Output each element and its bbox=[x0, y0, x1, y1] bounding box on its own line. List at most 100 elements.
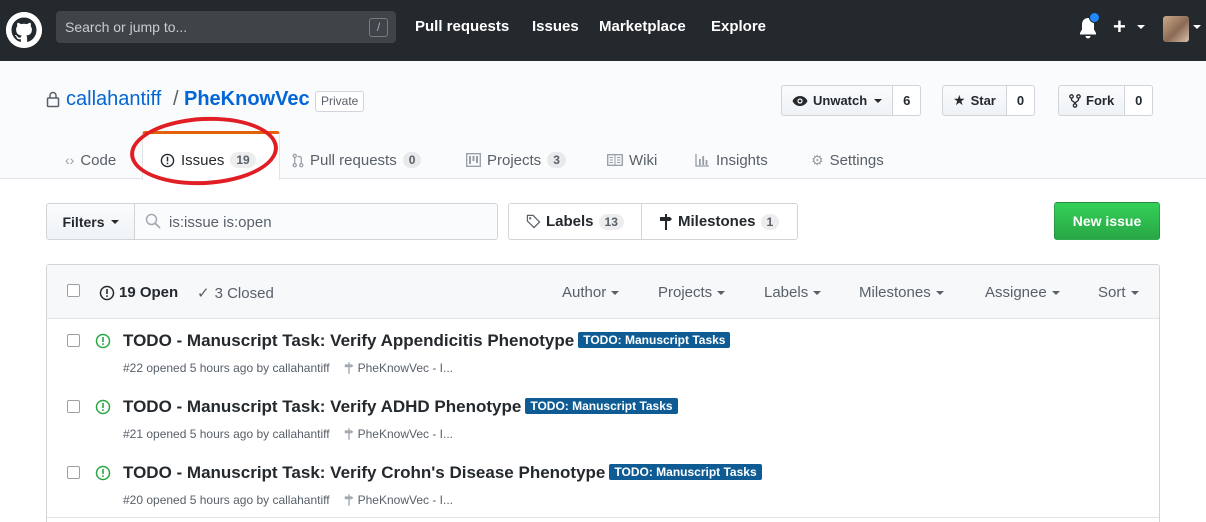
issue-milestone-link[interactable]: PheKnowVec - I... bbox=[344, 427, 453, 441]
milestones-dropdown-label: Milestones bbox=[859, 284, 931, 301]
search-shortcut-hint: / bbox=[369, 18, 388, 37]
author-dropdown[interactable]: Author bbox=[562, 284, 620, 301]
issue-meta: #20 opened 5 hours ago by callahantiff P… bbox=[123, 493, 453, 507]
watch-count[interactable]: 6 bbox=[893, 85, 922, 116]
issue-milestone: PheKnowVec - I... bbox=[357, 361, 453, 375]
issue-milestone-link[interactable]: PheKnowVec - I... bbox=[344, 361, 453, 375]
tab-wiki[interactable]: Wiki bbox=[607, 145, 657, 175]
labels-button[interactable]: Labels 13 bbox=[526, 204, 624, 239]
issue-title-link[interactable]: TODO - Manuscript Task: Verify Crohn's D… bbox=[123, 463, 762, 483]
issue-label-badge[interactable]: TODO: Manuscript Tasks bbox=[609, 464, 762, 480]
star-label: Star bbox=[970, 93, 996, 108]
milestones-button[interactable]: Milestones 1 bbox=[659, 204, 780, 239]
tab-projects-count: 3 bbox=[547, 152, 566, 168]
issue-meta-text: #22 opened 5 hours ago by callahantiff bbox=[123, 361, 330, 375]
issue-opened-icon bbox=[95, 333, 111, 349]
tab-projects[interactable]: Projects 3 bbox=[466, 145, 566, 175]
search-input[interactable]: Search or jump to... / bbox=[56, 11, 396, 43]
global-header: Search or jump to... / Pull requests Iss… bbox=[0, 0, 1206, 61]
user-avatar[interactable] bbox=[1163, 16, 1189, 42]
tag-icon bbox=[526, 214, 541, 229]
create-caret-icon[interactable] bbox=[1137, 25, 1145, 29]
closed-issues-filter[interactable]: ✓ 3 Closed bbox=[197, 284, 274, 303]
milestone-icon bbox=[660, 213, 672, 230]
tab-code[interactable]: ‹› Code bbox=[65, 145, 116, 175]
issue-list-header: 19 Open ✓ 3 Closed Author Projects Label… bbox=[47, 265, 1159, 319]
unwatch-button[interactable]: Unwatch bbox=[781, 85, 894, 116]
tab-pull-requests[interactable]: Pull requests 0 bbox=[292, 145, 422, 175]
author-caret-icon bbox=[611, 290, 620, 295]
issue-row[interactable]: TODO - Manuscript Task: Verify ADHD Phen… bbox=[47, 385, 1159, 452]
issue-title-link[interactable]: TODO - Manuscript Task: Verify ADHD Phen… bbox=[123, 397, 678, 417]
gear-icon: ⚙ bbox=[811, 151, 824, 168]
milestones-dropdown[interactable]: Milestones bbox=[859, 284, 944, 301]
project-icon bbox=[466, 153, 481, 167]
labels-dropdown-label: Labels bbox=[764, 284, 809, 301]
private-badge: Private bbox=[315, 91, 365, 112]
labels-dropdown[interactable]: Labels bbox=[764, 284, 822, 301]
nav-marketplace[interactable]: Marketplace bbox=[599, 18, 686, 35]
issue-milestone-link[interactable]: PheKnowVec - I... bbox=[344, 493, 453, 507]
issue-checkbox[interactable] bbox=[67, 466, 80, 479]
filters-dropdown-button[interactable]: Filters bbox=[46, 203, 135, 240]
unwatch-caret-icon bbox=[874, 98, 883, 103]
issue-row[interactable]: TODO - Manuscript Task: Verify Appendici… bbox=[47, 319, 1159, 386]
assignee-dropdown[interactable]: Assignee bbox=[985, 284, 1060, 301]
code-icon: ‹› bbox=[65, 152, 75, 168]
new-issue-button[interactable]: New issue bbox=[1054, 202, 1160, 240]
issue-meta: #22 opened 5 hours ago by callahantiff P… bbox=[123, 361, 453, 375]
issue-search-input[interactable]: is:issue is:open bbox=[134, 203, 498, 240]
fork-button[interactable]: Fork bbox=[1058, 85, 1126, 116]
fork-count[interactable]: 0 bbox=[1125, 85, 1154, 116]
milestone-icon bbox=[344, 362, 353, 374]
nav-pull-requests[interactable]: Pull requests bbox=[415, 18, 509, 35]
search-placeholder: Search or jump to... bbox=[65, 19, 188, 35]
fork-button-group: Fork 0 bbox=[1058, 85, 1154, 116]
sort-label: Sort bbox=[1098, 284, 1126, 301]
tab-insights[interactable]: Insights bbox=[695, 145, 768, 175]
fork-icon bbox=[1069, 93, 1081, 108]
issue-row[interactable]: TODO - Manuscript Task: Verify Crohn's D… bbox=[47, 451, 1159, 518]
book-icon bbox=[607, 154, 623, 166]
repo-owner-link[interactable]: callahantiff bbox=[66, 88, 161, 111]
unwatch-label: Unwatch bbox=[813, 93, 868, 108]
issue-opened-icon bbox=[99, 285, 115, 300]
labels-count: 13 bbox=[598, 213, 624, 230]
issue-checkbox[interactable] bbox=[67, 400, 80, 413]
tab-wiki-label: Wiki bbox=[629, 151, 658, 169]
create-new-icon[interactable]: + bbox=[1113, 14, 1126, 40]
labels-milestones-divider bbox=[641, 204, 642, 239]
sort-dropdown[interactable]: Sort bbox=[1098, 284, 1139, 301]
repo-name-link[interactable]: PheKnowVec bbox=[184, 88, 310, 111]
star-count[interactable]: 0 bbox=[1006, 85, 1036, 116]
issue-list: 19 Open ✓ 3 Closed Author Projects Label… bbox=[46, 264, 1160, 522]
issue-opened-icon bbox=[95, 399, 111, 415]
tab-insights-label: Insights bbox=[716, 151, 768, 169]
tab-pull-requests-count: 0 bbox=[402, 152, 422, 168]
issue-checkbox[interactable] bbox=[67, 334, 80, 347]
issue-label-badge[interactable]: TODO: Manuscript Tasks bbox=[525, 398, 678, 414]
eye-icon bbox=[792, 95, 808, 106]
labels-caret-icon bbox=[813, 290, 822, 295]
tab-pull-requests-label: Pull requests bbox=[310, 151, 397, 169]
milestones-count: 1 bbox=[760, 213, 780, 230]
tab-projects-label: Projects bbox=[487, 151, 542, 169]
nav-explore[interactable]: Explore bbox=[711, 18, 766, 35]
select-all-checkbox[interactable] bbox=[67, 284, 80, 297]
sort-caret-icon bbox=[1130, 290, 1139, 295]
open-issues-filter[interactable]: 19 Open bbox=[99, 284, 178, 301]
projects-dropdown[interactable]: Projects bbox=[658, 284, 726, 301]
issue-meta-text: #20 opened 5 hours ago by callahantiff bbox=[123, 493, 330, 507]
nav-issues[interactable]: Issues bbox=[532, 18, 579, 35]
avatar-caret-icon[interactable] bbox=[1193, 25, 1201, 29]
tab-settings-label: Settings bbox=[829, 151, 884, 169]
milestones-caret-icon bbox=[935, 290, 944, 295]
star-button[interactable]: ★ Star bbox=[942, 85, 1007, 116]
watch-button-group: Unwatch 6 bbox=[781, 85, 922, 116]
open-count-label: 19 Open bbox=[119, 284, 179, 301]
github-logo-icon[interactable] bbox=[6, 12, 42, 48]
notification-dot bbox=[1089, 12, 1100, 23]
tab-settings[interactable]: ⚙ Settings bbox=[811, 145, 884, 175]
issue-title-link[interactable]: TODO - Manuscript Task: Verify Appendici… bbox=[123, 331, 731, 351]
issue-label-badge[interactable]: TODO: Manuscript Tasks bbox=[578, 332, 731, 348]
